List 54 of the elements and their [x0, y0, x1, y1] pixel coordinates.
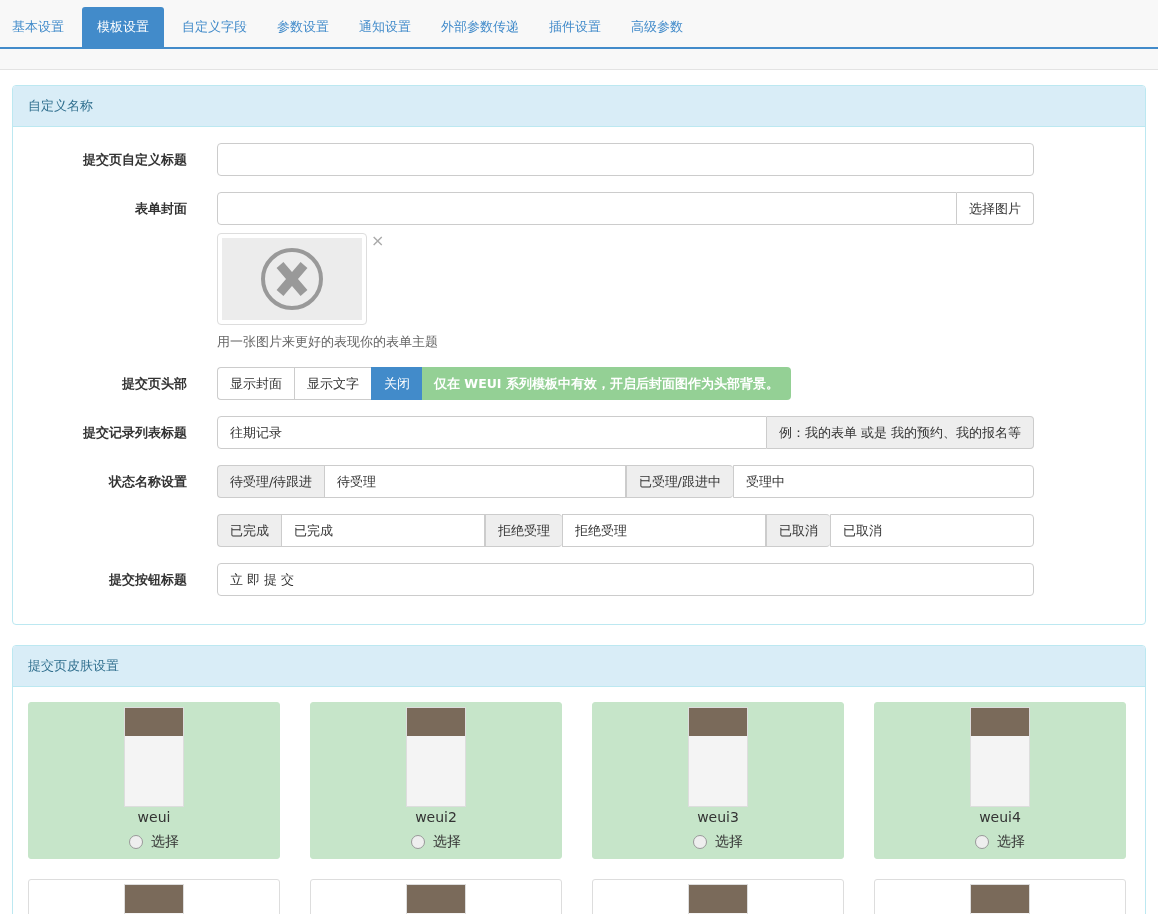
tab[interactable]: 参数设置: [265, 7, 341, 47]
field-label: 状态名称设置: [107, 472, 188, 491]
status-label: 拒绝受理: [485, 514, 562, 547]
skin-name: weui: [137, 809, 171, 825]
input-field[interactable]: [217, 143, 1034, 176]
radio-icon[interactable]: [693, 835, 707, 849]
radio-option[interactable]: 选择: [693, 833, 743, 851]
radio-icon[interactable]: [975, 835, 989, 849]
segment-button[interactable]: 关闭: [371, 367, 422, 400]
input-field[interactable]: [217, 192, 957, 225]
tab[interactable]: 外部参数传递: [429, 7, 531, 47]
skin-card[interactable]: weui3 选择: [592, 702, 844, 859]
radio-option[interactable]: 选择: [129, 833, 179, 851]
skin-name: weui4: [979, 809, 1021, 825]
status-label: 待受理/待跟进: [217, 465, 325, 498]
broken-image-icon: [260, 247, 324, 311]
tab[interactable]: 高级参数: [619, 7, 695, 47]
field-label: 表单封面: [134, 200, 188, 218]
info-note: 仅在 WEUI 系列模板中有效，开启后封面图作为头部背景。: [422, 367, 791, 400]
input-field[interactable]: 往期记录: [217, 416, 767, 449]
segment-button[interactable]: 显示文字: [294, 367, 371, 400]
radio-icon[interactable]: [411, 835, 425, 849]
input-field[interactable]: 拒绝受理: [562, 514, 766, 547]
skin-card[interactable]: weui4 选择: [874, 702, 1126, 859]
radio-icon[interactable]: [129, 835, 143, 849]
field-label: 提交页头部: [121, 374, 188, 393]
skin-card[interactable]: weui 选择: [28, 702, 280, 859]
field-label: 提交按钮标题: [108, 570, 188, 589]
status-label: 已完成: [217, 514, 281, 547]
field-label: 提交记录列表标题: [82, 423, 188, 442]
radio-option[interactable]: 选择: [975, 833, 1025, 851]
panel-title: 自定义名称: [13, 86, 1145, 127]
radio-option[interactable]: 选择: [411, 833, 461, 851]
segment-button[interactable]: 显示封面: [217, 367, 294, 400]
tab[interactable]: 模板设置: [82, 7, 164, 47]
skin-name: weui3: [697, 809, 739, 825]
tab[interactable]: 通知设置: [347, 7, 423, 47]
tab[interactable]: 自定义字段: [170, 7, 259, 47]
input-field[interactable]: 立 即 提 交: [217, 563, 1034, 596]
input-field[interactable]: 已完成: [281, 514, 485, 547]
tab[interactable]: 插件设置: [537, 7, 613, 47]
input-field[interactable]: 已取消: [830, 514, 1034, 547]
skin-card[interactable]: weui2 选择: [310, 702, 562, 859]
input-field[interactable]: 待受理: [324, 465, 626, 498]
help-text: 用一张图片来更好的表现你的表单主题: [217, 333, 439, 351]
input-hint: 例：我的表单 或是 我的预约、我的报名等: [766, 416, 1034, 449]
status-label: 已受理/跟进中: [625, 465, 733, 498]
panel-title: 提交页皮肤设置: [13, 646, 1145, 687]
skin-name: weui2: [415, 809, 457, 825]
input-field[interactable]: 受理中: [732, 465, 1034, 498]
status-label: 已取消: [766, 514, 830, 547]
field-label: 提交页自定义标题: [82, 150, 188, 169]
tab[interactable]: 基本设置: [0, 7, 76, 47]
choose-image-button[interactable]: 选择图片: [957, 192, 1034, 225]
